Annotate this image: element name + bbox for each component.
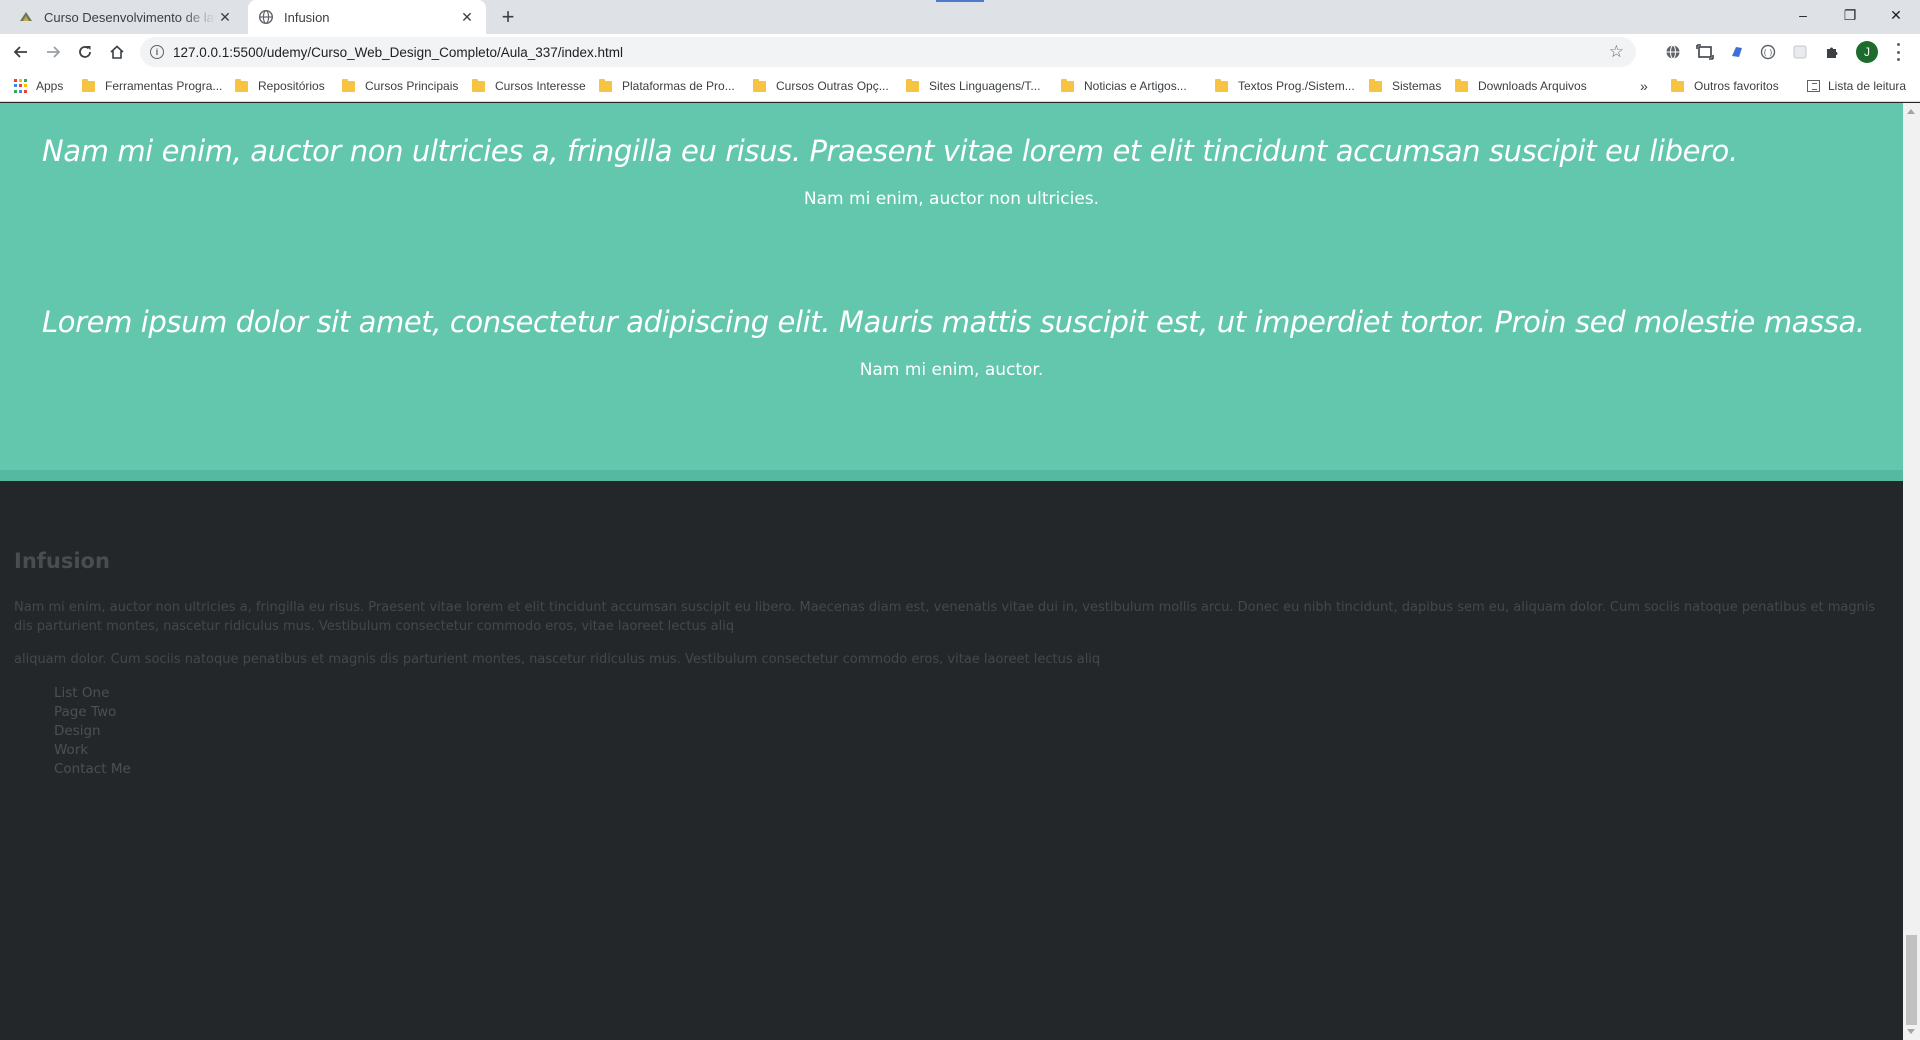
footer-paragraph: Nam mi enim, auctor non ultricies a, fri…	[14, 600, 1876, 634]
footer-link-contact-me[interactable]: Contact Me	[54, 760, 131, 779]
bookmark-label: Apps	[36, 79, 64, 93]
footer-link-design[interactable]: Design	[54, 722, 131, 741]
bookmarks-overflow-button[interactable]: »	[1640, 78, 1648, 94]
extension-circle-icon[interactable]: ( )	[1759, 43, 1777, 61]
restore-button[interactable]: ❐	[1827, 0, 1873, 30]
folder-icon	[472, 78, 485, 92]
scroll-thumb[interactable]	[1906, 935, 1917, 1025]
bookmark-folder[interactable]: Textos Prog./Sistem...	[1215, 78, 1355, 94]
folder-icon	[1455, 78, 1468, 92]
folder-icon	[1671, 78, 1684, 92]
page-scrollbar[interactable]	[1903, 103, 1920, 1040]
tab-infusion[interactable]: Infusion ✕	[248, 0, 486, 34]
folder-icon	[753, 78, 766, 92]
bookmark-folder[interactable]: Cursos Principais	[342, 78, 458, 94]
bookmark-folder[interactable]: Downloads Arquivos	[1455, 78, 1587, 94]
folder-icon	[599, 78, 612, 92]
testimonial-quote: Nam mi enim, auctor non ultricies a, fri…	[42, 134, 1738, 168]
extension-blue-icon[interactable]	[1728, 43, 1746, 61]
extension-grey-icon[interactable]	[1791, 43, 1809, 61]
screenshot-icon[interactable]	[1696, 43, 1714, 61]
minimize-button[interactable]: –	[1780, 0, 1826, 30]
scroll-up-arrow-icon[interactable]	[1907, 109, 1915, 114]
folder-icon	[906, 78, 919, 92]
bookmark-label: Cursos Principais	[365, 79, 459, 93]
bookmark-apps[interactable]: Apps	[14, 78, 63, 94]
bookmark-label: Cursos Outras Opç...	[776, 79, 889, 93]
svg-text:( ): ( )	[1764, 48, 1773, 57]
bookmark-folder[interactable]: Plataformas de Pro...	[599, 78, 735, 94]
bookmark-label: Ferramentas Progra...	[105, 79, 223, 93]
bookmark-folder[interactable]: Noticias e Artigos...	[1061, 78, 1187, 94]
url-text[interactable]: 127.0.0.1:5500/udemy/Curso_Web_Design_Co…	[173, 45, 623, 60]
page-viewport: Nam mi enim, auctor non ultricies a, fri…	[0, 103, 1903, 1040]
reading-list-icon	[1807, 80, 1820, 92]
bookmark-folder[interactable]: Cursos Interesse	[472, 78, 586, 94]
close-window-button[interactable]: ✕	[1873, 0, 1919, 30]
apps-grid-icon	[14, 79, 28, 93]
scroll-down-arrow-icon[interactable]	[1907, 1029, 1915, 1034]
footer-title: Infusion	[14, 549, 110, 573]
forward-icon[interactable]	[40, 39, 66, 65]
section-divider	[0, 470, 1903, 481]
bookmark-label: Repositórios	[258, 79, 325, 93]
folder-icon	[342, 78, 355, 92]
bookmark-folder[interactable]: Cursos Outras Opç...	[753, 78, 889, 94]
close-tab-icon[interactable]: ✕	[458, 8, 476, 26]
folder-icon	[82, 78, 95, 92]
bookmark-folder[interactable]: Repositórios	[235, 78, 325, 94]
bookmark-label: Noticias e Artigos...	[1084, 79, 1187, 93]
browser-menu-icon[interactable]	[1890, 43, 1906, 61]
site-footer: Infusion Nam mi enim, auctor non ultrici…	[0, 481, 1903, 1040]
bookmark-folder[interactable]: Sites Linguagens/T...	[906, 78, 1040, 94]
testimonial-author: Nam mi enim, auctor.	[859, 360, 1044, 380]
footer-nav: List One Page Two Design Work Contact Me	[54, 684, 131, 779]
site-info-icon[interactable]: i	[150, 45, 164, 59]
bookmark-label: Sites Linguagens/T...	[929, 79, 1041, 93]
tab-strip: Curso Desenvolvimento de layout ✕ Infusi…	[0, 0, 1920, 34]
footer-link-page-two[interactable]: Page Two	[54, 703, 131, 722]
udemy-favicon-icon	[18, 9, 34, 25]
footer-link-list-one[interactable]: List One	[54, 684, 131, 703]
new-tab-button[interactable]: +	[496, 4, 520, 29]
testimonial: Nam mi enim, auctor non ultricies a, fri…	[0, 131, 1903, 209]
bookmark-label: Lista de leitura	[1828, 79, 1907, 93]
reading-list-button[interactable]: Lista de leitura	[1807, 78, 1906, 94]
address-bar[interactable]: i 127.0.0.1:5500/udemy/Curso_Web_Design_…	[140, 37, 1636, 67]
folder-icon	[1061, 78, 1074, 92]
tab-strip-indicator	[936, 0, 984, 2]
testimonial: Lorem ipsum dolor sit amet, consectetur …	[0, 302, 1903, 380]
profile-avatar[interactable]: J	[1856, 41, 1878, 63]
testimonial-author: Nam mi enim, auctor non ultricies.	[803, 189, 1100, 209]
folder-icon	[235, 78, 248, 92]
tab-curso[interactable]: Curso Desenvolvimento de layout ✕	[8, 0, 244, 34]
folder-icon	[1215, 78, 1228, 92]
extension-globe-icon[interactable]	[1664, 43, 1682, 61]
testimonial-quote: Lorem ipsum dolor sit amet, consectetur …	[42, 305, 1865, 339]
testimonials-section: Nam mi enim, auctor non ultricies a, fri…	[0, 103, 1903, 470]
bookmark-label: Outros favoritos	[1694, 79, 1779, 93]
bookmark-star-icon[interactable]: ☆	[1609, 42, 1624, 62]
folder-icon	[1369, 78, 1382, 92]
bookmark-label: Sistemas	[1392, 79, 1442, 93]
home-icon[interactable]	[104, 39, 130, 65]
globe-icon	[258, 9, 274, 25]
tab-title: Infusion	[284, 9, 330, 25]
browser-toolbar: i 127.0.0.1:5500/udemy/Curso_Web_Design_…	[0, 34, 1920, 70]
bookmark-label: Textos Prog./Sistem...	[1238, 79, 1355, 93]
reload-icon[interactable]	[72, 39, 98, 65]
bookmarks-bar: Apps Ferramentas Progra... Repositórios …	[0, 70, 1920, 102]
back-icon[interactable]	[8, 39, 34, 65]
bookmark-label: Cursos Interesse	[495, 79, 586, 93]
bookmark-other-favorites[interactable]: Outros favoritos	[1671, 78, 1779, 94]
tab-title: Curso Desenvolvimento de layout	[44, 9, 216, 25]
bookmark-folder[interactable]: Sistemas	[1369, 78, 1441, 94]
bookmark-label: Plataformas de Pro...	[622, 79, 735, 93]
footer-link-work[interactable]: Work	[54, 741, 131, 760]
bookmark-label: Downloads Arquivos	[1478, 79, 1587, 93]
footer-paragraph: aliquam dolor. Cum sociis natoque penati…	[14, 652, 1101, 667]
puzzle-extensions-icon[interactable]	[1823, 43, 1841, 61]
bookmark-folder[interactable]: Ferramentas Progra...	[82, 78, 222, 94]
close-tab-icon[interactable]: ✕	[216, 8, 234, 26]
